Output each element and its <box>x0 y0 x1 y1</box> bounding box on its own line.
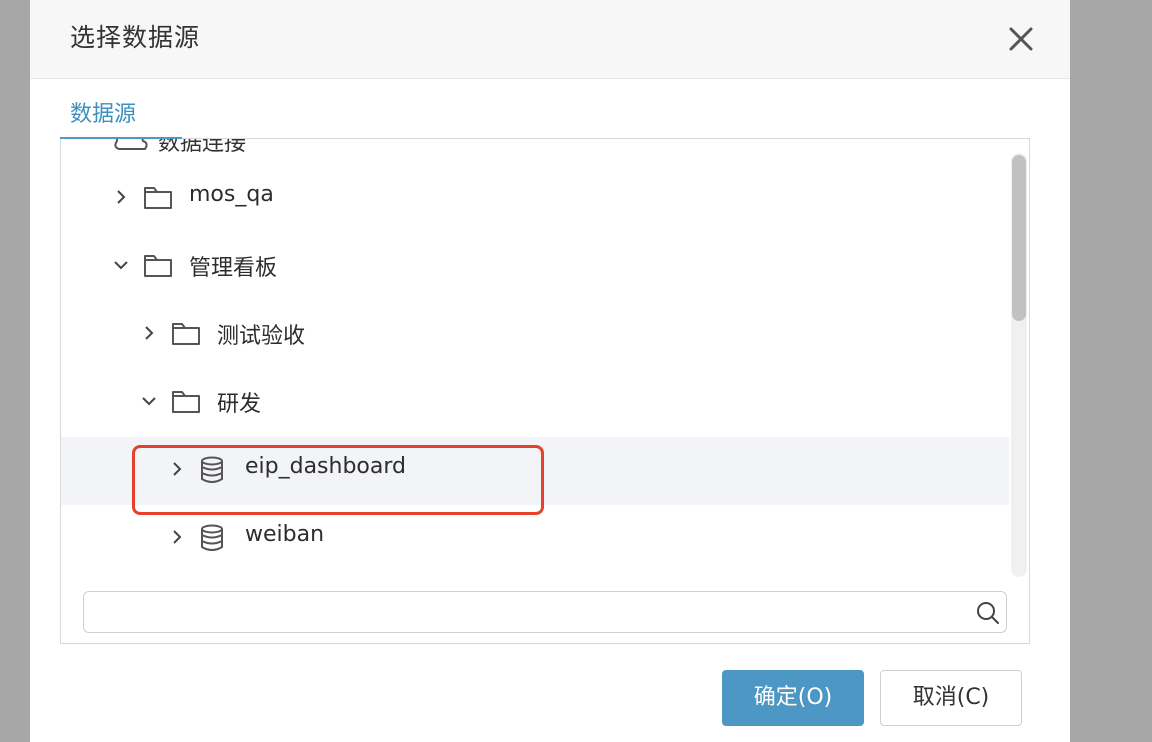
folder-icon <box>171 388 201 418</box>
tree-row[interactable]: 研发 <box>61 369 1009 437</box>
tree-row[interactable]: weiban <box>61 505 1009 573</box>
chevron-right-icon[interactable] <box>113 189 129 205</box>
search-box[interactable] <box>83 591 1007 633</box>
tree-row-label: mos_qa <box>189 182 274 207</box>
database-icon <box>199 524 225 556</box>
search-icon[interactable] <box>976 601 1000 625</box>
tree-row[interactable]: 管理看板 <box>61 233 1009 301</box>
search-input[interactable] <box>94 598 958 626</box>
chevron-right-icon[interactable] <box>169 461 185 477</box>
scrollbar-thumb[interactable] <box>1012 155 1026 321</box>
tree-row-label: 测试验收 <box>217 324 306 349</box>
tree-scrollbar[interactable] <box>1011 153 1027 577</box>
cancel-button[interactable]: 取消(C) <box>880 670 1022 726</box>
tree-row-label: eip_dashboard <box>245 454 406 479</box>
tab-datasource[interactable]: 数据源 <box>60 84 182 139</box>
chevron-down-icon[interactable] <box>113 257 129 273</box>
dialog-title: 选择数据源 <box>70 23 201 52</box>
dialog-header: 选择数据源 <box>30 0 1070 79</box>
tree-row[interactable]: eip_dashboard <box>61 437 1009 505</box>
datasource-tree: 数据连接 mos_qa 管理看板测试验收研发 eip_dashboardweiban <box>60 138 1030 644</box>
folder-icon <box>143 252 173 282</box>
folder-icon <box>171 320 201 350</box>
chevron-right-icon[interactable] <box>141 325 157 341</box>
folder-icon <box>143 184 173 214</box>
chevron-down-icon[interactable] <box>141 393 157 409</box>
tree-row-label: 管理看板 <box>189 256 278 281</box>
tree-row-label: 研发 <box>217 392 262 417</box>
connection-icon <box>114 139 148 150</box>
chevron-right-icon[interactable] <box>169 529 185 545</box>
select-datasource-dialog: 选择数据源 数据源 数据连接 mos_qa 管理看板测试验收研发 eip_dashb… <box>30 0 1070 742</box>
database-icon <box>199 456 225 488</box>
confirm-button[interactable]: 确定(O) <box>722 670 864 726</box>
tree-row[interactable]: mos_qa <box>61 165 1009 233</box>
tree-row[interactable]: 测试验收 <box>61 301 1009 369</box>
tree-row-label: weiban <box>245 522 325 547</box>
tree-row-partial[interactable]: 数据连接 <box>111 138 247 156</box>
tree-row-partial-label: 数据连接 <box>158 138 247 156</box>
close-icon[interactable] <box>1004 22 1038 56</box>
